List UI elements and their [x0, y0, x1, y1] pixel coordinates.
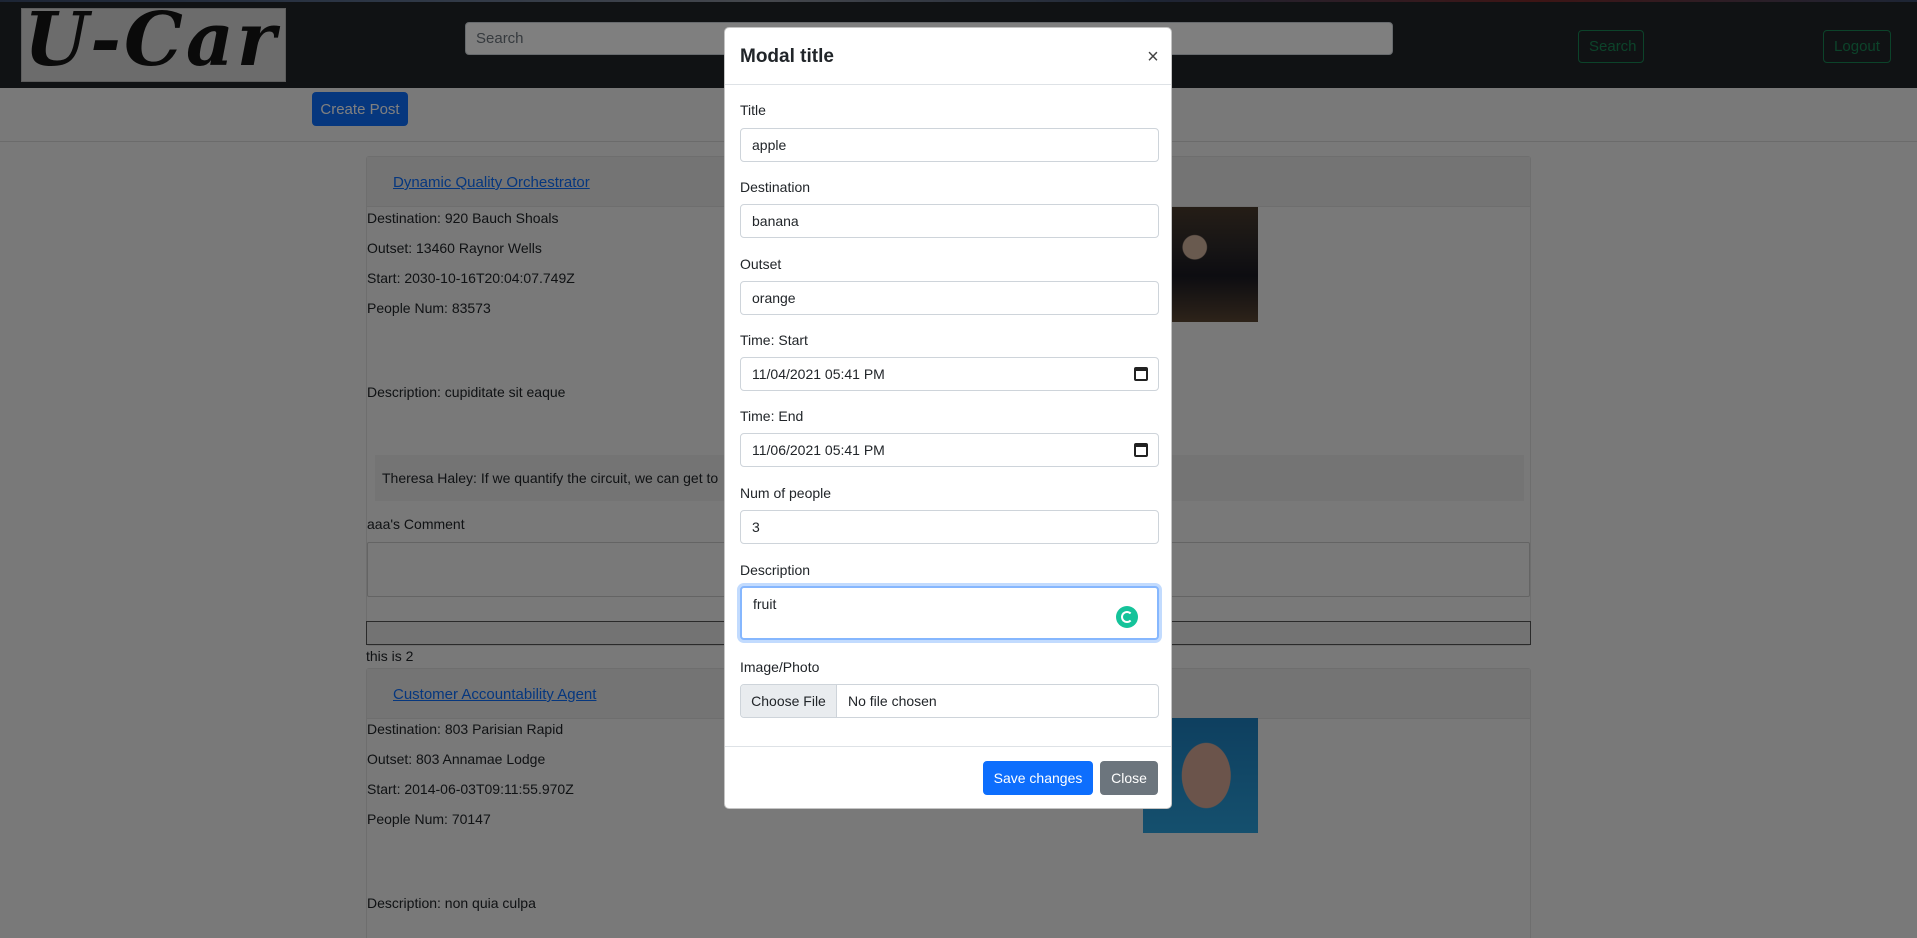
- title-field[interactable]: apple: [740, 128, 1159, 162]
- title-label: Title: [740, 102, 766, 118]
- modal-title: Modal title: [740, 46, 834, 67]
- save-changes-button[interactable]: Save changes: [983, 761, 1093, 795]
- destination-field[interactable]: banana: [740, 204, 1159, 238]
- image-file-input[interactable]: Choose File No file chosen: [740, 684, 1159, 718]
- people-label: Num of people: [740, 485, 832, 501]
- end-time-label: Time: End: [740, 408, 804, 424]
- outset-label: Outset: [740, 256, 782, 272]
- calendar-icon[interactable]: [1134, 367, 1148, 381]
- close-icon[interactable]: ×: [1143, 47, 1163, 68]
- destination-label: Destination: [740, 179, 811, 195]
- image-label: Image/Photo: [740, 659, 820, 675]
- description-label: Description: [740, 562, 811, 578]
- outset-field[interactable]: orange: [740, 281, 1159, 315]
- choose-file-button[interactable]: Choose File: [741, 685, 837, 717]
- start-time-field[interactable]: 11/04/2021 05:41 PM: [740, 357, 1159, 391]
- people-field[interactable]: 3: [740, 510, 1159, 544]
- edit-post-modal: Modal title × Title apple Destination ba…: [724, 27, 1172, 809]
- modal-footer-divider: [725, 746, 1171, 747]
- end-time-field[interactable]: 11/06/2021 05:41 PM: [740, 433, 1159, 467]
- grammarly-icon[interactable]: [1116, 606, 1138, 628]
- start-time-value: 11/04/2021 05:41 PM: [752, 366, 885, 382]
- calendar-icon[interactable]: [1134, 443, 1148, 457]
- file-status: No file chosen: [848, 693, 937, 709]
- description-textarea[interactable]: fruit: [740, 586, 1159, 640]
- end-time-value: 11/06/2021 05:41 PM: [752, 442, 885, 458]
- modal-header: Modal title ×: [725, 28, 1171, 85]
- close-button[interactable]: Close: [1100, 761, 1158, 795]
- start-time-label: Time: Start: [740, 332, 808, 348]
